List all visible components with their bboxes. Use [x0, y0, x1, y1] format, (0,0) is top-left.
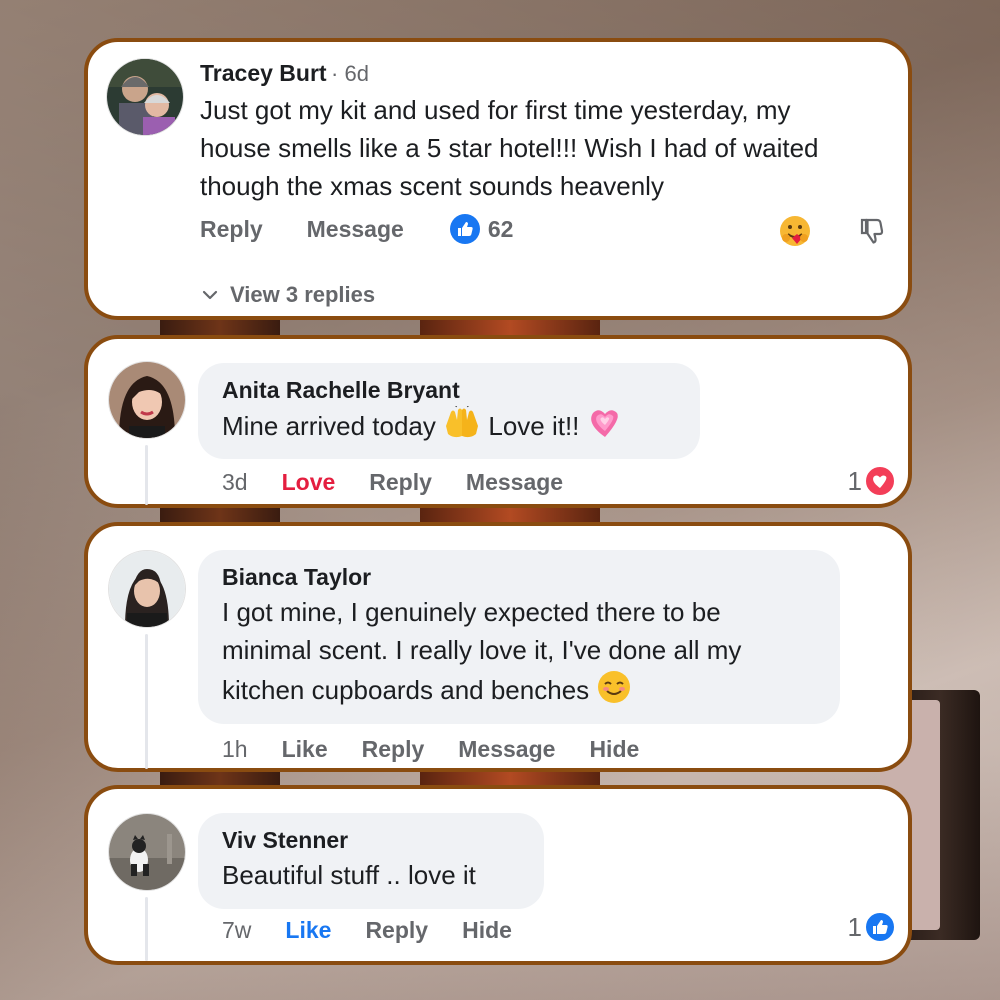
reply-button[interactable]: Reply [362, 736, 425, 763]
comment-text: I got mine, I genuinely expected there t… [222, 593, 816, 715]
hugging-emoji-icon[interactable] [778, 214, 812, 253]
comment-text: Just got my kit and used for first time … [200, 91, 819, 205]
avatar[interactable] [108, 813, 186, 891]
comment-actions: 7w Like Reply Hide [222, 917, 546, 944]
commenter-name[interactable]: Bianca Taylor [222, 564, 816, 591]
comment-actions: 1h Like Reply Message Hide [222, 736, 673, 763]
comment-card-viv: Viv Stenner Beautiful stuff .. love it 7… [84, 785, 912, 965]
comment-text-line: though the xmas scent sounds heavenly [200, 171, 664, 201]
commenter-name[interactable]: Anita Rachelle Bryant [222, 377, 676, 404]
view-replies-label: View 3 replies [230, 282, 376, 307]
message-button[interactable]: Message [307, 216, 404, 243]
reaction-count: 1 [847, 465, 862, 496]
like-icon[interactable] [449, 214, 480, 244]
message-button[interactable]: Message [458, 736, 555, 763]
view-replies-link[interactable]: View 3 replies [200, 282, 375, 308]
reply-button[interactable]: Reply [369, 469, 432, 496]
comment-actions: Reply Message 62 [200, 214, 547, 244]
comment-actions: 3d Love Reply Message [222, 469, 597, 496]
like-button[interactable]: Like [285, 917, 331, 944]
commenter-name[interactable]: Viv Stenner [222, 827, 520, 854]
like-button[interactable]: Like [282, 736, 328, 763]
reaction-count: 1 [847, 911, 862, 942]
reaction-summary[interactable]: 1 [848, 911, 896, 943]
avatar[interactable] [108, 361, 186, 439]
comment-card-bianca: Bianca Taylor I got mine, I genuinely ex… [84, 522, 912, 772]
comment-time[interactable]: 6d [344, 61, 368, 86]
hide-button[interactable]: Hide [589, 736, 639, 763]
reaction-count[interactable]: 62 [488, 216, 514, 243]
comment-bubble: Anita Rachelle Bryant Mine arrived today… [198, 363, 700, 459]
comment-time[interactable]: 7w [222, 917, 251, 944]
hide-button[interactable]: Hide [462, 917, 512, 944]
heart-reaction-icon [864, 465, 896, 497]
avatar[interactable] [108, 550, 186, 628]
comment-card-tracey: Tracey Burt · 6d Just got my kit and use… [84, 38, 912, 320]
thread-line [145, 445, 148, 505]
comment-text-line: I got mine, I genuinely expected there t… [222, 597, 721, 627]
reaction-summary[interactable]: 1 [848, 465, 896, 497]
comment-text: Beautiful stuff .. love it [222, 860, 476, 890]
comment-text-part: Mine arrived today [222, 410, 436, 441]
message-button[interactable]: Message [466, 469, 563, 496]
comment-time[interactable]: 3d [222, 469, 248, 496]
smiling-emoji [596, 669, 632, 715]
thread-line [145, 634, 148, 769]
reply-button[interactable]: Reply [365, 917, 428, 944]
love-button[interactable]: Love [282, 469, 336, 496]
comment-text-line: minimal scent. I really love it, I've do… [222, 635, 742, 665]
thread-line [145, 897, 148, 961]
comment-text-part: Love it!! [488, 410, 580, 441]
comment-text: Mine arrived today Love it!! [222, 403, 676, 450]
comment-time[interactable]: 1h [222, 736, 248, 763]
chevron-down-icon [200, 285, 220, 305]
comment-text-line: kitchen cupboards and benches [222, 674, 590, 705]
comment-bubble: Bianca Taylor I got mine, I genuinely ex… [198, 550, 840, 724]
like-icon [864, 911, 896, 943]
comment-bubble: Viv Stenner Beautiful stuff .. love it [198, 813, 544, 909]
comment-text-line: house smells like a 5 star hotel!!! Wish… [200, 133, 819, 163]
avatar[interactable] [106, 58, 184, 136]
commenter-name[interactable]: Tracey Burt [200, 60, 327, 86]
comment-text-line: Just got my kit and used for first time … [200, 95, 791, 125]
growing-heart-emoji [587, 407, 623, 449]
raised-hands-emoji [443, 403, 481, 450]
comment-card-anita: Anita Rachelle Bryant Mine arrived today… [84, 335, 912, 508]
dislike-icon[interactable] [858, 216, 888, 251]
separator-dot: · [331, 61, 345, 86]
reply-button[interactable]: Reply [200, 216, 263, 243]
